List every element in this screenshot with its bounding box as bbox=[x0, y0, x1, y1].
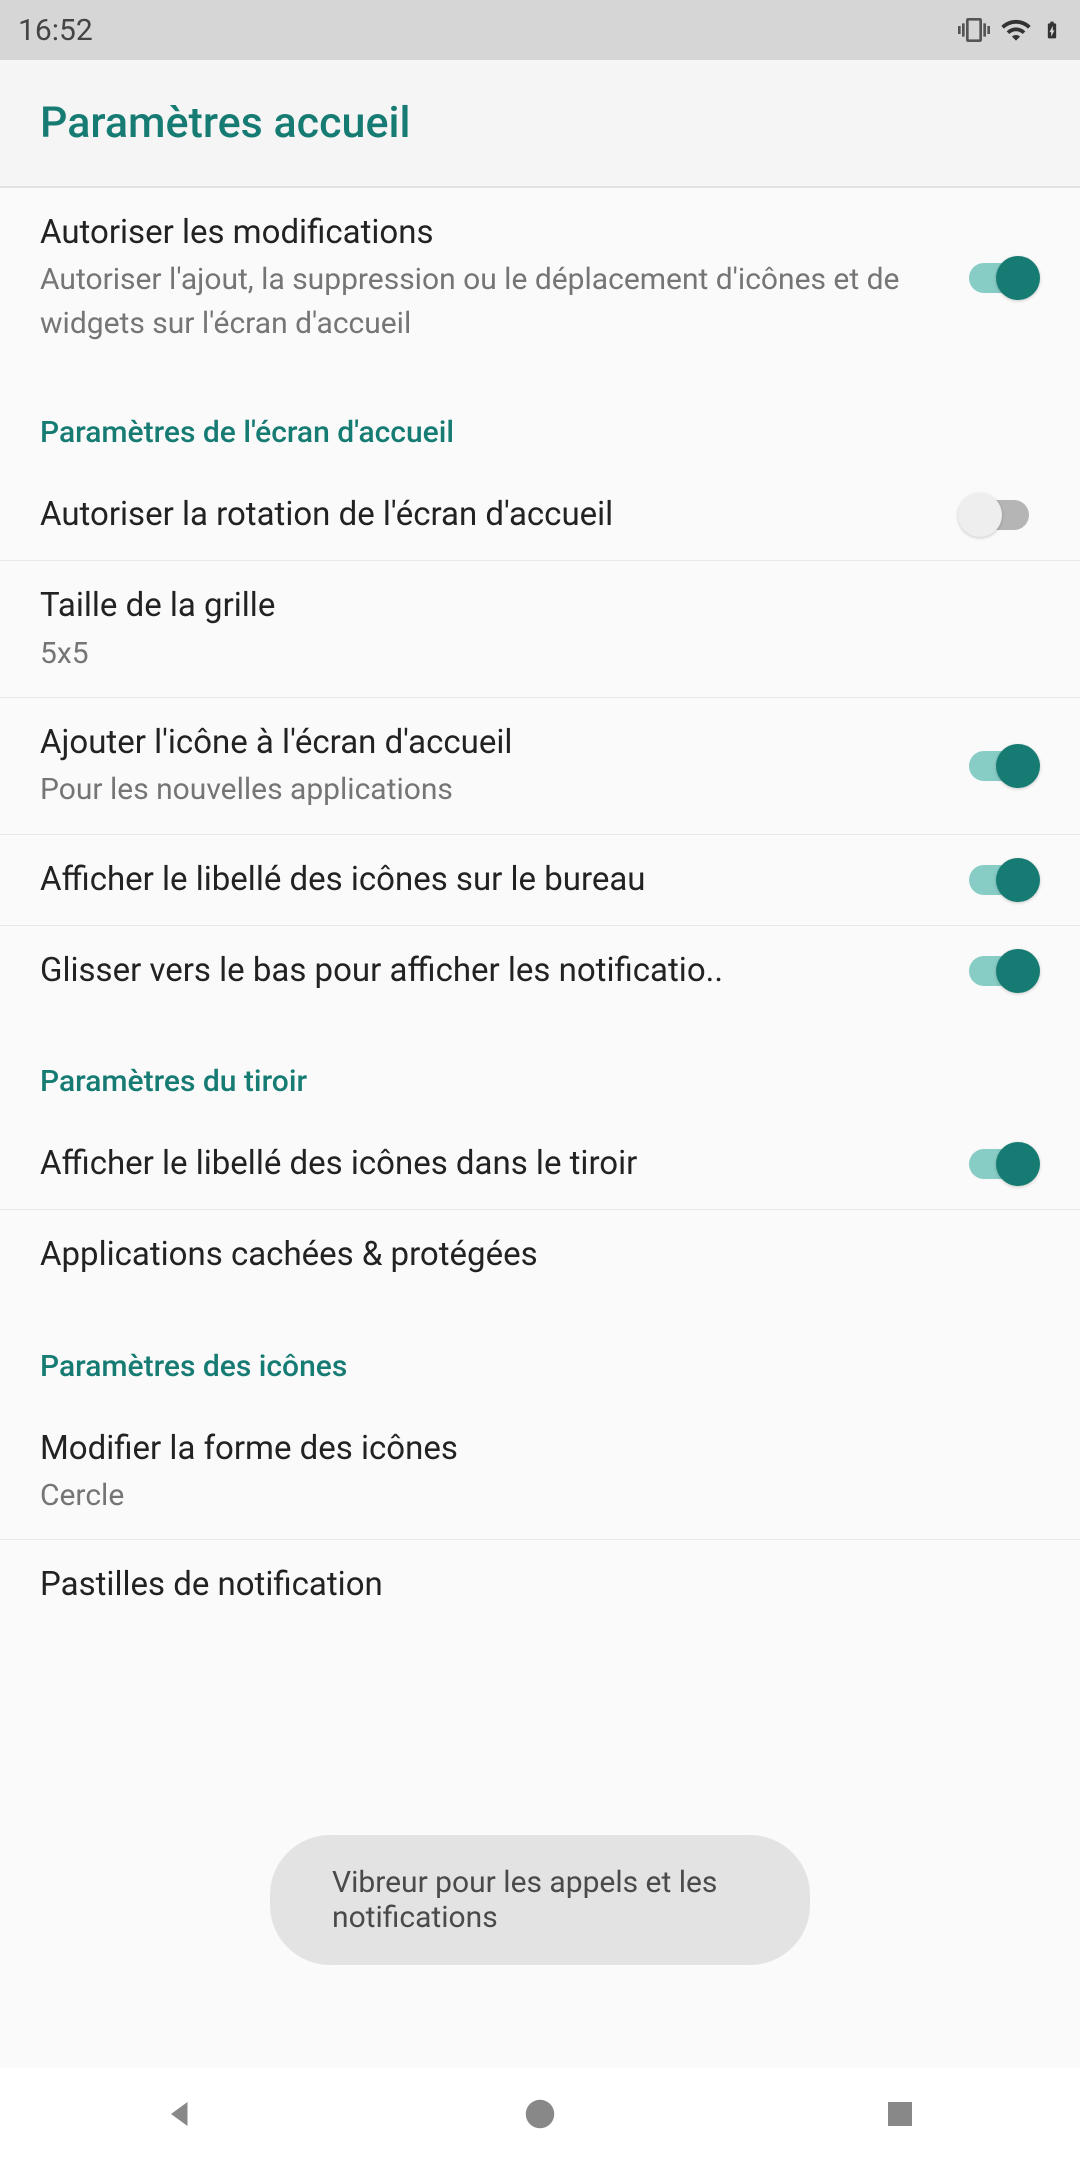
toggle-rotation[interactable] bbox=[958, 493, 1040, 537]
setting-title: Autoriser la rotation de l'écran d'accue… bbox=[40, 492, 928, 538]
battery-charging-icon bbox=[1042, 13, 1062, 47]
toast-message: Vibreur pour les appels et les notificat… bbox=[270, 1835, 810, 1965]
setting-add-icon[interactable]: Ajouter l'icône à l'écran d'accueil Pour… bbox=[0, 698, 1080, 835]
settings-list: Autoriser les modifications Autoriser l'… bbox=[0, 188, 1080, 1630]
toggle-add-icon[interactable] bbox=[958, 744, 1040, 788]
status-bar: 16:52 bbox=[0, 0, 1080, 60]
setting-title: Glisser vers le bas pour afficher les no… bbox=[40, 948, 928, 994]
setting-title: Modifier la forme des icônes bbox=[40, 1426, 1010, 1472]
setting-rotation[interactable]: Autoriser la rotation de l'écran d'accue… bbox=[0, 470, 1080, 561]
setting-title: Afficher le libellé des icônes sur le bu… bbox=[40, 857, 928, 903]
setting-title: Applications cachées & protégées bbox=[40, 1232, 1010, 1278]
setting-title: Taille de la grille bbox=[40, 583, 1010, 629]
nav-home-button[interactable] bbox=[515, 2089, 565, 2139]
setting-desktop-labels[interactable]: Afficher le libellé des icônes sur le bu… bbox=[0, 835, 1080, 926]
recent-icon bbox=[884, 2098, 916, 2130]
setting-notification-dots[interactable]: Pastilles de notification bbox=[0, 1540, 1080, 1630]
toggle-desktop-labels[interactable] bbox=[958, 858, 1040, 902]
home-icon bbox=[521, 2095, 559, 2133]
setting-hidden-apps[interactable]: Applications cachées & protégées bbox=[0, 1210, 1080, 1300]
toggle-swipe-down[interactable] bbox=[958, 949, 1040, 993]
status-icons bbox=[958, 13, 1062, 47]
setting-subtitle: 5x5 bbox=[40, 632, 1010, 676]
section-header-home: Paramètres de l'écran d'accueil bbox=[0, 367, 1080, 470]
setting-allow-edits[interactable]: Autoriser les modifications Autoriser l'… bbox=[0, 188, 1080, 367]
setting-subtitle: Cercle bbox=[40, 1474, 1010, 1518]
setting-title: Pastilles de notification bbox=[40, 1562, 1010, 1608]
nav-back-button[interactable] bbox=[155, 2089, 205, 2139]
toggle-allow-edits[interactable] bbox=[958, 256, 1040, 300]
page-title: Paramètres accueil bbox=[40, 98, 1040, 148]
setting-title: Ajouter l'icône à l'écran d'accueil bbox=[40, 720, 928, 766]
section-header-icons: Paramètres des icônes bbox=[0, 1301, 1080, 1404]
toggle-drawer-labels[interactable] bbox=[958, 1142, 1040, 1186]
setting-drawer-labels[interactable]: Afficher le libellé des icônes dans le t… bbox=[0, 1119, 1080, 1210]
nav-recent-button[interactable] bbox=[875, 2089, 925, 2139]
setting-subtitle: Autoriser l'ajout, la suppression ou le … bbox=[40, 258, 928, 345]
setting-grid-size[interactable]: Taille de la grille 5x5 bbox=[0, 561, 1080, 698]
setting-title: Autoriser les modifications bbox=[40, 210, 928, 256]
wifi-icon bbox=[1000, 14, 1032, 46]
status-time: 16:52 bbox=[18, 13, 93, 48]
setting-icon-shape[interactable]: Modifier la forme des icônes Cercle bbox=[0, 1404, 1080, 1541]
setting-subtitle: Pour les nouvelles applications bbox=[40, 768, 928, 812]
navigation-bar bbox=[0, 2068, 1080, 2160]
setting-swipe-down[interactable]: Glisser vers le bas pour afficher les no… bbox=[0, 926, 1080, 1016]
app-header: Paramètres accueil bbox=[0, 60, 1080, 186]
vibrate-icon bbox=[958, 14, 990, 46]
back-icon bbox=[162, 2096, 198, 2132]
section-header-drawer: Paramètres du tiroir bbox=[0, 1016, 1080, 1119]
setting-title: Afficher le libellé des icônes dans le t… bbox=[40, 1141, 928, 1187]
